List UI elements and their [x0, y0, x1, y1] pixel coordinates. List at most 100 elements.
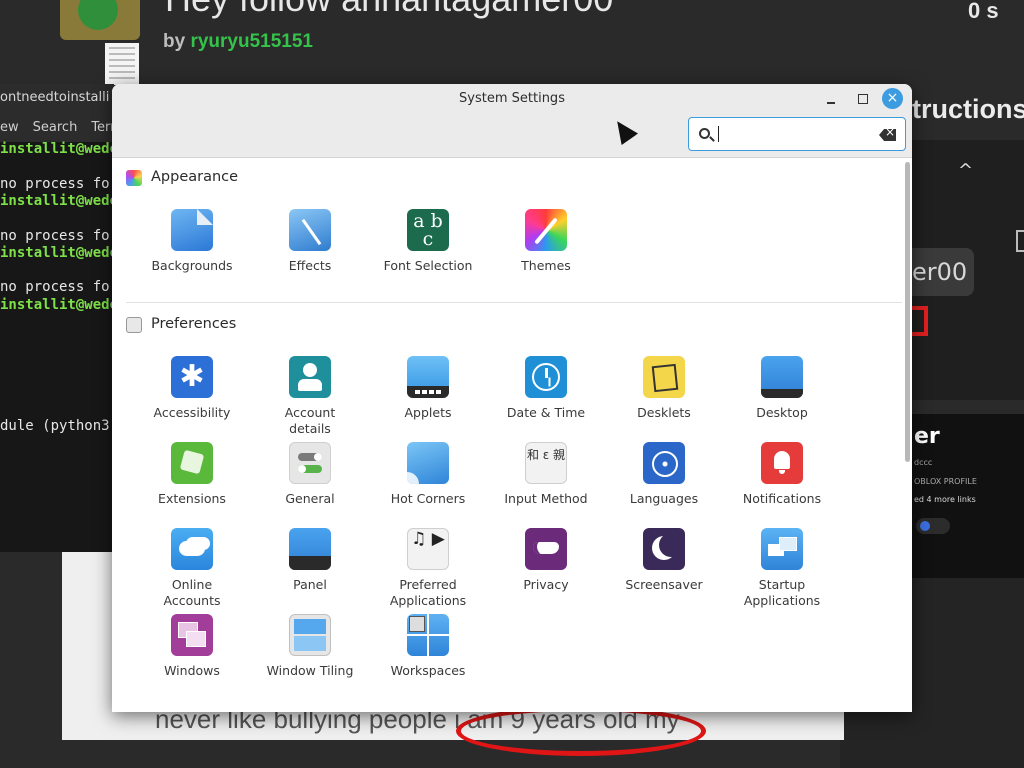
settings-item-date-and-time[interactable]: Date & Time [487, 356, 605, 442]
settings-item-backgrounds[interactable]: Backgrounds [133, 209, 251, 295]
settings-item-workspaces[interactable]: Workspaces [369, 614, 487, 700]
terminal-line: no process fo [0, 227, 110, 244]
window-title: System Settings [459, 91, 565, 106]
settings-item-general[interactable]: General [251, 442, 369, 528]
card-title: er [914, 424, 940, 449]
menu-terminal[interactable]: Terr [91, 120, 114, 135]
desklets-icon [643, 356, 685, 398]
settings-item-label: Desktop [756, 405, 808, 420]
date-time-icon [525, 356, 567, 398]
settings-item-startup-applications[interactable]: Startup Applications [723, 528, 841, 614]
startup-applications-icon [761, 528, 803, 570]
terminal-output[interactable]: installit@wedo no process fo installit@we… [0, 141, 114, 552]
windows-icon [171, 614, 213, 656]
panel-icon [289, 528, 331, 570]
menu-search[interactable]: Search [33, 120, 78, 135]
card-line[interactable]: ed 4 more links [914, 495, 976, 504]
window-tiling-icon [289, 614, 331, 656]
settings-item-account-details[interactable]: Account details [251, 356, 369, 442]
settings-item-window-tiling[interactable]: Window Tiling [251, 614, 369, 700]
settings-item-applets[interactable]: Applets [369, 356, 487, 442]
settings-item-label: Languages [629, 491, 699, 506]
extensions-icon [171, 442, 213, 484]
close-icon: × [886, 90, 899, 106]
search-box[interactable] [688, 117, 906, 151]
terminal-line: installit@wedo [0, 244, 114, 261]
languages-icon [643, 442, 685, 484]
card-line: OBLOX PROFILE [914, 477, 977, 486]
terminal-title: ontneedtoinstalli [0, 90, 110, 105]
clear-search-icon[interactable] [879, 129, 896, 141]
settings-item-label: General [285, 491, 335, 506]
section-label: Appearance [151, 169, 239, 185]
settings-item-input-method[interactable]: 和 ε 親 Input Method [487, 442, 605, 528]
section-label: Preferences [151, 316, 237, 332]
settings-item-accessibility[interactable]: ✱ Accessibility [133, 356, 251, 442]
input-method-icon: 和 ε 親 [525, 442, 567, 484]
stat-counter: 0 s [968, 0, 999, 23]
settings-item-notifications[interactable]: Notifications [723, 442, 841, 528]
settings-item-effects[interactable]: Effects [251, 209, 369, 295]
settings-item-preferred-applications[interactable]: ♫ ▶ Preferred Applications [369, 528, 487, 614]
settings-item-label: Date & Time [506, 405, 586, 420]
applets-icon [407, 356, 449, 398]
effects-icon [289, 209, 331, 251]
settings-item-label: Desklets [637, 405, 691, 420]
card-button[interactable] [916, 518, 950, 534]
settings-item-extensions[interactable]: Extensions [133, 442, 251, 528]
settings-item-screensaver[interactable]: Screensaver [605, 528, 723, 614]
maximize-button[interactable] [853, 89, 873, 109]
screensaver-icon [643, 528, 685, 570]
close-button[interactable]: × [882, 88, 903, 109]
preferences-section-icon [126, 317, 142, 333]
settings-content[interactable]: Appearance Backgrounds Effects a b c Font S… [112, 159, 912, 712]
settings-item-font-selection[interactable]: a b c Font Selection [369, 209, 487, 295]
settings-item-online-accounts[interactable]: Online Accounts [133, 528, 251, 614]
terminal-line: installit@wedo [0, 141, 114, 157]
byline-prefix: by [163, 31, 186, 52]
title-bar[interactable]: System Settings × [112, 84, 912, 158]
settings-item-label: Effects [288, 258, 332, 273]
settings-item-label: Panel [293, 577, 327, 592]
chevron-up-icon[interactable]: ^ [958, 160, 973, 181]
search-input[interactable] [721, 124, 871, 144]
profile-avatar[interactable] [60, 0, 140, 40]
author-link[interactable]: ryuryu515151 [190, 31, 313, 52]
settings-item-privacy[interactable]: Privacy [487, 528, 605, 614]
settings-item-label: Online Accounts [163, 577, 221, 608]
text-caret [718, 126, 719, 142]
preferred-applications-icon: ♫ ▶ [407, 528, 449, 570]
privacy-icon [525, 528, 567, 570]
font-selection-icon: a b c [407, 209, 449, 251]
minimize-button[interactable] [822, 89, 842, 109]
settings-item-windows[interactable]: Windows [133, 614, 251, 700]
terminal-window[interactable]: ontneedtoinstalli ew Search Terr installit… [0, 84, 114, 552]
highlight-box [912, 306, 928, 336]
settings-item-label: Workspaces [390, 663, 466, 678]
settings-item-label: Themes [521, 258, 571, 273]
terminal-line: no process fo [0, 279, 110, 296]
settings-item-desktop[interactable]: Desktop [723, 356, 841, 442]
settings-item-languages[interactable]: Languages [605, 442, 723, 528]
settings-item-label: Extensions [158, 491, 226, 506]
red-ellipse-annotation [456, 706, 706, 756]
settings-item-label: Notifications [742, 491, 822, 506]
settings-item-desklets[interactable]: Desklets [605, 356, 723, 442]
settings-item-label: Windows [164, 663, 220, 678]
menu-view[interactable]: ew [0, 120, 19, 135]
account-details-icon [289, 356, 331, 398]
settings-item-hot-corners[interactable]: Hot Corners [369, 442, 487, 528]
settings-item-label: Applets [404, 405, 452, 420]
settings-item-label: Privacy [523, 577, 569, 592]
appearance-section-icon [126, 170, 142, 186]
settings-item-panel[interactable]: Panel [251, 528, 369, 614]
terminal-line: dule (python3- [0, 417, 114, 434]
settings-item-themes[interactable]: Themes [487, 209, 605, 295]
online-accounts-icon [171, 528, 213, 570]
search-icon [699, 128, 710, 139]
settings-item-label: Hot Corners [390, 491, 466, 506]
scrollbar[interactable] [905, 162, 910, 462]
document-thumbnail[interactable] [105, 43, 139, 85]
edge-icon [1016, 230, 1024, 252]
general-icon [289, 442, 331, 484]
